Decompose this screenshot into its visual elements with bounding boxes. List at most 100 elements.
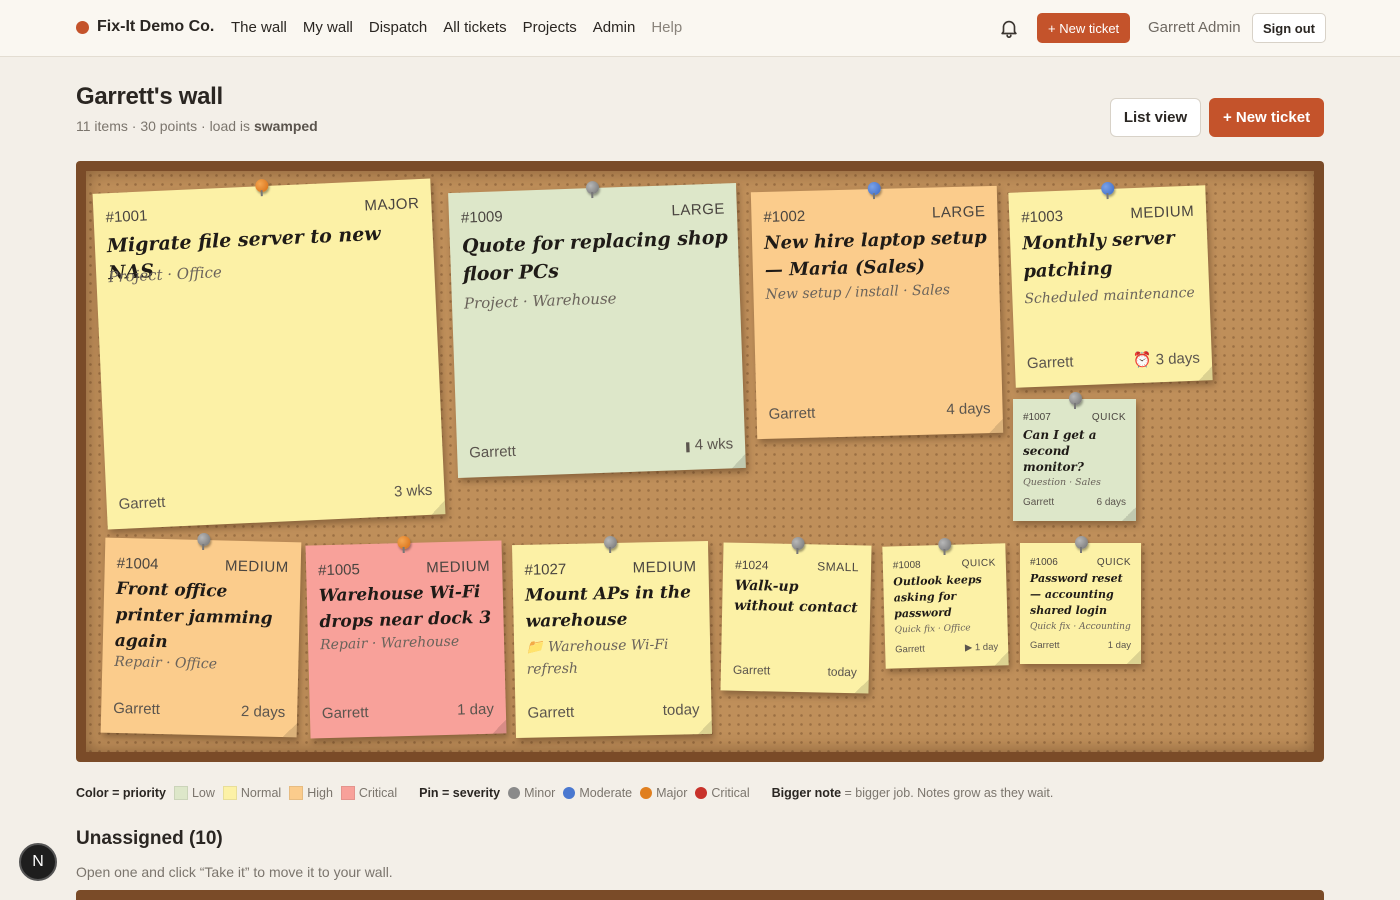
page-subtitle: 11 items · 30 points · load is swamped	[76, 118, 318, 134]
legend-pin-label: Pin = severity	[419, 786, 501, 800]
nav-help[interactable]: Help	[651, 19, 682, 36]
ticket-id: #1024	[734, 557, 769, 573]
ticket-id: #1002	[763, 207, 806, 226]
legend-minor: Minor	[524, 786, 556, 800]
ticket-size: QUICK	[1091, 412, 1126, 423]
ticket-note-1005[interactable]: #1005 MEDIUM Warehouse Wi-Fi drops near d…	[305, 535, 507, 739]
ticket-note-1008[interactable]: #1008 QUICK Outlook keeps asking for pass…	[882, 537, 1009, 669]
nav-all-tickets[interactable]: All tickets	[443, 19, 506, 36]
ticket-id: #1004	[116, 554, 159, 573]
ticket-owner: Garrett	[1023, 497, 1055, 508]
nav-the-wall[interactable]: The wall	[231, 19, 287, 36]
ticket-note-1027[interactable]: #1027 MEDIUM Mount APs in the warehouse 📁…	[512, 535, 712, 739]
unassigned-subtitle: Open one and click “Take it” to move it …	[76, 864, 393, 880]
ticket-size: SMALL	[817, 559, 860, 575]
ticket-size: QUICK	[961, 557, 996, 570]
pin-icon	[937, 537, 951, 552]
ticket-title: Walk-up without contact	[734, 577, 858, 617]
bell-icon[interactable]	[998, 17, 1020, 39]
ticket-note-1002[interactable]: #1002 LARGE New hire laptop setup — Maria…	[750, 181, 1004, 440]
nav-admin[interactable]: Admin	[593, 19, 636, 36]
ticket-owner: Garrett	[1026, 353, 1074, 373]
pause-icon: ❚	[683, 441, 695, 454]
legend: Color = priority Low Normal High Critica…	[76, 786, 1053, 800]
unassigned-corkboard	[76, 890, 1324, 900]
ticket-category: New setup / install · Sales	[765, 282, 951, 303]
ticket-id: #1009	[460, 208, 503, 227]
ticket-age: ⏰ 3 days	[1132, 349, 1200, 370]
legend-low: Low	[191, 786, 215, 800]
ticket-note-1006[interactable]: #1006 QUICK Password reset — accounting s…	[1020, 536, 1141, 664]
legend-major: Major	[656, 786, 688, 800]
pin-icon	[255, 178, 269, 193]
ticket-size: MEDIUM	[1130, 202, 1195, 223]
pin-icon	[197, 532, 211, 547]
ticket-category: Question · Sales	[1023, 477, 1101, 488]
nav-my-wall[interactable]: My wall	[303, 19, 353, 36]
ticket-title: Password reset — accounting shared login	[1030, 572, 1123, 617]
ticket-age: ▶ 1 day	[964, 641, 999, 654]
nav-new-ticket-button[interactable]: + New ticket	[1037, 13, 1131, 43]
dev-tools-button[interactable]: N	[19, 843, 57, 881]
ticket-category: Repair · Office	[114, 653, 218, 673]
swatch-low	[173, 786, 188, 800]
ticket-age: ❚ 4 wks	[683, 435, 733, 454]
pin-critical-icon	[695, 787, 708, 799]
ticket-age-value: 3 days	[1155, 349, 1201, 369]
ticket-age-value: 4 wks	[694, 435, 734, 454]
ticket-id: #1027	[524, 560, 567, 579]
legend-size-label: Bigger note	[771, 786, 842, 800]
ticket-age: 4 days	[946, 400, 991, 419]
pin-minor-icon	[508, 787, 521, 799]
ticket-size: MAJOR	[363, 195, 420, 215]
list-view-button[interactable]: List view	[1110, 98, 1201, 137]
legend-size-text: = bigger job. Notes grow as they wait.	[841, 786, 1054, 800]
nav-projects[interactable]: Projects	[523, 19, 577, 36]
ticket-note-1001[interactable]: #1001 MAJOR Migrate file server to new NA…	[92, 178, 446, 530]
ticket-age: today	[827, 664, 858, 680]
ticket-id: #1005	[317, 561, 361, 580]
pin-major-icon	[640, 787, 653, 799]
pin-icon	[1100, 181, 1114, 196]
pin-icon	[791, 536, 805, 551]
brand[interactable]: Fix-It Demo Co.	[76, 18, 214, 36]
ticket-size: LARGE	[931, 203, 986, 222]
ticket-owner: Garrett	[113, 699, 161, 719]
ticket-category: Quick fix · Office	[894, 623, 971, 636]
ticket-age: 1 day	[1107, 640, 1131, 651]
ticket-title: Monthly server patching	[1021, 227, 1176, 283]
new-ticket-button[interactable]: + New ticket	[1209, 98, 1324, 137]
ticket-title: Mount APs in the warehouse	[524, 582, 692, 632]
ticket-size: LARGE	[671, 200, 726, 220]
main-nav: The wall My wall Dispatch All tickets Pr…	[231, 19, 682, 36]
top-nav: Fix-It Demo Co. The wall My wall Dispatc…	[0, 0, 1400, 57]
ticket-note-1003[interactable]: #1003 MEDIUM Monthly server patching Sche…	[1008, 181, 1213, 388]
user-name[interactable]: Garrett Admin	[1148, 19, 1241, 36]
ticket-owner: Garrett	[118, 493, 166, 513]
ticket-age: 6 days	[1096, 497, 1126, 508]
ticket-owner: Garrett	[527, 703, 575, 722]
page-title: Garrett's wall	[76, 83, 223, 110]
ticket-category: Repair · Warehouse	[319, 633, 460, 654]
pin-icon	[1068, 392, 1082, 409]
brand-name: Fix-It Demo Co.	[97, 18, 215, 35]
ticket-note-1024[interactable]: #1024 SMALL Walk-up without contact Garre…	[720, 536, 872, 694]
load-summary: 11 items · 30 points · load is	[76, 118, 254, 134]
ticket-title: Front office printer jamming again	[114, 578, 273, 653]
brand-logo-icon	[76, 20, 89, 34]
ticket-age: today	[662, 701, 700, 719]
load-status: swamped	[253, 118, 318, 134]
ticket-id: #1007	[1023, 412, 1051, 423]
ticket-note-1009[interactable]: #1009 LARGE Quote for replacing shop floo…	[448, 180, 746, 478]
ticket-title: Outlook keeps asking for password	[893, 572, 982, 621]
ticket-owner: Garrett	[1030, 640, 1060, 651]
ticket-note-1007[interactable]: #1007 QUICK Can I get a second monitor? Q…	[1013, 392, 1136, 521]
ticket-owner: Garrett	[895, 643, 925, 656]
nav-dispatch[interactable]: Dispatch	[369, 19, 427, 36]
ticket-id: #1008	[892, 559, 921, 572]
ticket-size: QUICK	[1096, 557, 1131, 568]
ticket-category: Project · Warehouse	[463, 289, 617, 313]
ticket-note-1004[interactable]: #1004 MEDIUM Front office printer jamming…	[100, 532, 302, 738]
sign-out-button[interactable]: Sign out	[1252, 13, 1326, 43]
ticket-title: Warehouse Wi-Fi drops near dock 3	[318, 582, 492, 633]
